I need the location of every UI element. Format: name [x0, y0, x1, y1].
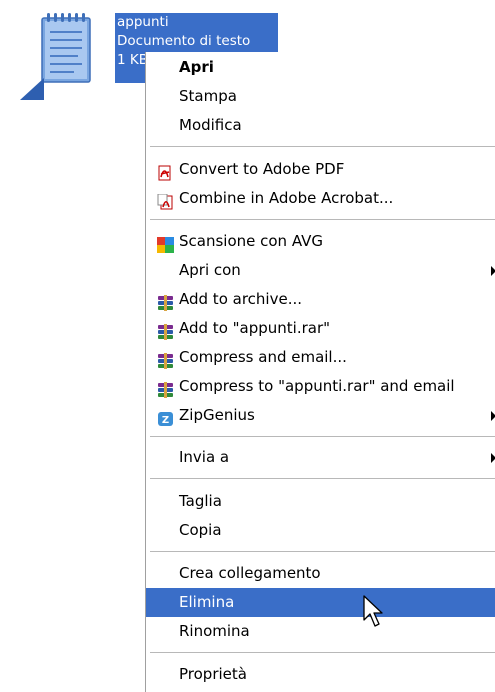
mouse-cursor-icon [363, 595, 385, 629]
text-document-icon[interactable] [38, 12, 98, 86]
menu-item-add-archive[interactable]: Add to archive... [146, 285, 495, 314]
menu-item-apri[interactable]: Apri [146, 53, 495, 82]
menu-item-proprieta[interactable]: Proprietà [146, 660, 495, 689]
menu-item-label: Copia [179, 521, 222, 539]
menu-item-convert-pdf[interactable]: Convert to Adobe PDF [146, 155, 495, 184]
menu-separator [150, 436, 495, 437]
menu-separator [150, 219, 495, 220]
menu-item-label: ZipGenius [179, 406, 255, 424]
submenu-arrow-icon [491, 453, 495, 463]
file-name: appunti [117, 14, 169, 30]
menu-item-label: Stampa [179, 87, 237, 105]
menu-item-modifica[interactable]: Modifica [146, 111, 495, 140]
menu-separator [150, 478, 495, 479]
menu-item-apri-con[interactable]: Apri con [146, 256, 495, 285]
menu-item-label: Proprietà [179, 665, 247, 683]
menu-item-combine-acrobat[interactable]: Combine in Adobe Acrobat... [146, 184, 495, 213]
menu-item-label: Modifica [179, 116, 242, 134]
zipgenius-icon: Z [157, 408, 174, 426]
menu-separator [150, 652, 495, 653]
menu-item-label: Rinomina [179, 622, 250, 640]
menu-item-label: Elimina [179, 593, 235, 611]
adobe-acrobat-icon [157, 191, 174, 210]
menu-separator [150, 551, 495, 552]
menu-item-label: Combine in Adobe Acrobat... [179, 189, 394, 207]
winrar-icon [157, 321, 174, 340]
menu-item-label: Add to archive... [179, 290, 302, 308]
submenu-arrow-icon [491, 266, 495, 276]
menu-item-label: Compress and email... [179, 348, 347, 366]
menu-item-label: Apri con [179, 261, 241, 279]
menu-item-label: Taglia [179, 492, 222, 510]
winrar-icon [157, 292, 174, 311]
menu-item-crea-collegamento[interactable]: Crea collegamento [146, 559, 495, 588]
winrar-icon [157, 350, 174, 369]
menu-item-zipgenius[interactable]: Z ZipGenius [146, 401, 495, 430]
menu-item-compress-rar-email[interactable]: Compress to "appunti.rar" and email [146, 372, 495, 401]
menu-item-rinomina[interactable]: Rinomina [146, 617, 495, 646]
submenu-arrow-icon [491, 411, 495, 421]
svg-text:Z: Z [162, 415, 169, 426]
menu-item-scansione-avg[interactable]: Scansione con AVG [146, 227, 495, 256]
menu-item-label: Apri [179, 58, 214, 76]
menu-item-label: Compress to "appunti.rar" and email [179, 377, 455, 395]
menu-item-invia-a[interactable]: Invia a [146, 443, 495, 472]
avg-icon [157, 234, 174, 253]
menu-item-label: Add to "appunti.rar" [179, 319, 331, 337]
pointer-arrow-icon [20, 78, 44, 102]
menu-separator [150, 146, 495, 147]
context-menu: Apri Stampa Modifica Convert to Adobe PD… [145, 52, 495, 692]
menu-item-label: Crea collegamento [179, 564, 321, 582]
menu-item-stampa[interactable]: Stampa [146, 82, 495, 111]
menu-item-label: Invia a [179, 448, 230, 466]
menu-item-label: Convert to Adobe PDF [179, 160, 345, 178]
menu-item-elimina[interactable]: Elimina [146, 588, 495, 617]
file-type: Documento di testo [117, 33, 251, 49]
menu-item-taglia[interactable]: Taglia [146, 487, 495, 516]
menu-item-add-rar[interactable]: Add to "appunti.rar" [146, 314, 495, 343]
adobe-pdf-icon [157, 162, 174, 181]
menu-item-copia[interactable]: Copia [146, 516, 495, 545]
menu-item-label: Scansione con AVG [179, 232, 324, 250]
menu-item-compress-email[interactable]: Compress and email... [146, 343, 495, 372]
winrar-icon [157, 379, 174, 398]
